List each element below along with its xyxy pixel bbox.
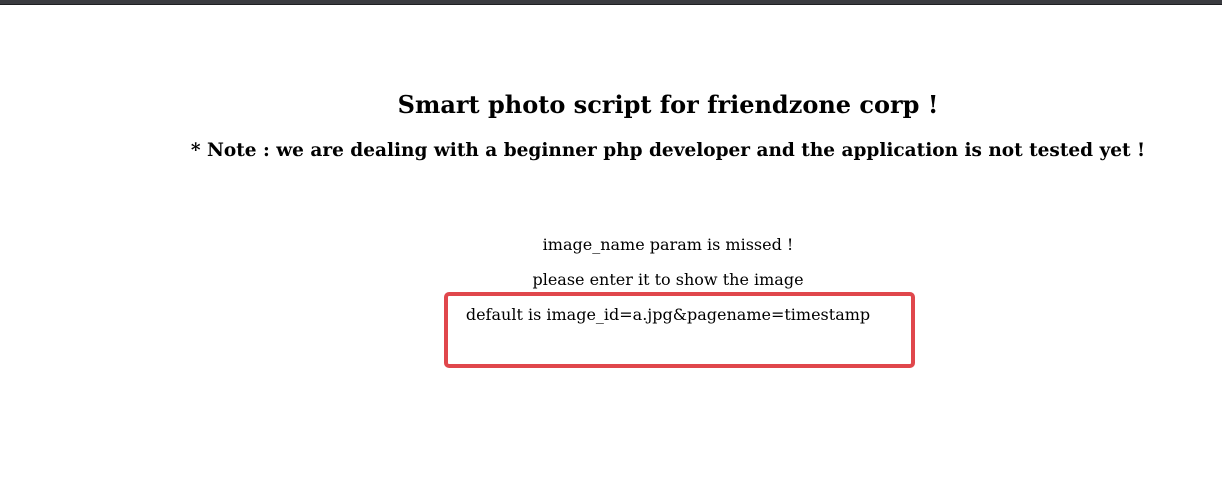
- highlight-annotation-box: [444, 292, 915, 368]
- page-title: Smart photo script for friendzone corp !: [397, 90, 939, 119]
- enter-param-message: please enter it to show the image: [532, 270, 804, 289]
- page-content: Smart photo script for friendzone corp !…: [0, 0, 1222, 484]
- missing-param-message: image_name param is missed !: [542, 235, 794, 254]
- developer-note: * Note : we are dealing with a beginner …: [190, 140, 1146, 161]
